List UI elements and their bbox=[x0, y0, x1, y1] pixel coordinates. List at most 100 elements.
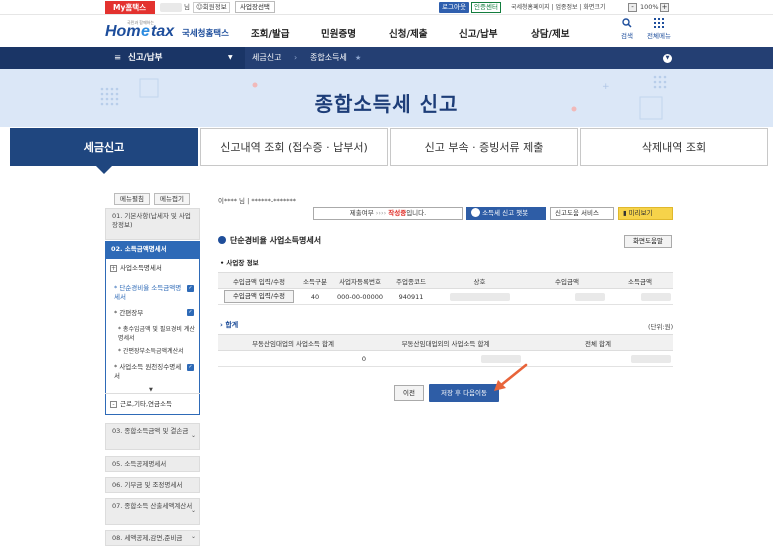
checkbox-checked-icon[interactable]: ✓ bbox=[187, 285, 194, 292]
search-icon bbox=[622, 18, 632, 28]
sidebar-sub-simple-expense[interactable]: * 단순경비율 소득금액명세서 bbox=[114, 284, 184, 302]
zoom-in-icon[interactable]: + bbox=[660, 3, 669, 12]
preview-button[interactable]: ▮ 미리보기 bbox=[618, 207, 673, 220]
masked-value bbox=[575, 292, 605, 301]
sidebar-item-tax-calc[interactable]: 07. 종합소득 산출세액계산서 bbox=[105, 498, 200, 525]
simple-expense-label: 단순경비율 소득금액명세서 bbox=[114, 284, 182, 301]
breadcrumb-level1[interactable]: 세금신고 bbox=[252, 47, 281, 69]
menu-expand-button[interactable]: 메뉴펼침 bbox=[114, 193, 150, 205]
cert-center-button[interactable]: 인증센터 bbox=[471, 2, 501, 13]
sidebar-sub-total-income-expense[interactable]: * 총수입금액 및 필요경비 계산명세서 bbox=[118, 325, 198, 343]
active-tab-pointer-icon bbox=[96, 166, 112, 174]
nav-consult[interactable]: 상담/제보 bbox=[531, 26, 569, 40]
user-suffix: 님 bbox=[184, 3, 190, 11]
user-id-line: 이**** 님 | ******-******* bbox=[218, 197, 296, 205]
table-cell bbox=[527, 288, 607, 305]
breadcrumb-root-area[interactable] bbox=[0, 47, 245, 69]
sidebar-item-total-income[interactable]: 03. 종합소득금액 및 결손금 bbox=[105, 423, 200, 450]
prev-button[interactable]: 이전 bbox=[394, 385, 424, 401]
tab-report-history[interactable]: 신고내역 조회 (접수증 · 납부서) bbox=[200, 128, 388, 166]
sidebar-item-tax-credit[interactable]: 08. 세액공제,감면,준비금 bbox=[105, 530, 200, 546]
breadcrumb-menu-icon: ≡ bbox=[114, 53, 122, 63]
preview-label: 미리보기 bbox=[628, 209, 653, 217]
table-header-row: 부동산임대업의 사업소득 합계 부동산임대업외의 사업소득 합계 전체 합계 bbox=[218, 334, 673, 351]
all-menu-button[interactable]: 전체메뉴 bbox=[643, 18, 675, 40]
expand-circle-icon[interactable]: ▼ bbox=[663, 54, 672, 63]
checkbox-checked-icon[interactable]: ✓ bbox=[187, 364, 194, 371]
col-header: 전체 합계 bbox=[523, 334, 673, 351]
tab-tax-report[interactable]: 세금신고 bbox=[10, 128, 198, 166]
chatbot-icon bbox=[471, 207, 480, 217]
chevron-down-icon: ⌄ bbox=[191, 507, 197, 514]
screen-help-button[interactable]: 화면도움말 bbox=[624, 235, 672, 248]
chatbot-label: 소득세 신고 챗봇 bbox=[482, 209, 529, 217]
breadcrumb-separator-icon: › bbox=[294, 53, 298, 62]
chevron-down-icon: ⌄ bbox=[191, 432, 197, 439]
svg-text:Hom: Hom bbox=[105, 23, 141, 40]
sidebar-sub-withholding[interactable]: * 사업소득 원천징수명세서 bbox=[114, 363, 184, 381]
logout-button[interactable]: 로그아웃 bbox=[439, 2, 469, 13]
sidebar-sub-other-income[interactable]: 근로,기타,연금소득 bbox=[120, 400, 172, 409]
help-service-button[interactable]: 신고도움 서비스 bbox=[550, 207, 614, 220]
submit-status-box: 제출여부 ›››› 작성중입니다. bbox=[313, 207, 463, 220]
hometax-logo[interactable]: Hom e tax 국민과 함께하는 국세청홈택스 bbox=[105, 18, 243, 44]
breadcrumb-root[interactable]: 신고/납부 bbox=[128, 47, 162, 69]
pointer-arrow-icon bbox=[494, 363, 528, 391]
chatbot-button[interactable]: 소득세 신고 챗봇 bbox=[466, 207, 546, 220]
all-menu-label: 전체메뉴 bbox=[647, 32, 671, 40]
business-select-button[interactable]: 사업장선택 bbox=[235, 1, 275, 13]
preview-icon: ▮ bbox=[623, 209, 627, 217]
masked-value bbox=[449, 292, 510, 301]
table-cell bbox=[523, 350, 673, 367]
sidebar-item-income-statement[interactable]: 02. 소득금액명세서 bbox=[105, 241, 200, 258]
sidebar-item-deduction[interactable]: 05. 소득공제명세서 bbox=[105, 456, 200, 472]
col-header: 주업종코드 bbox=[390, 272, 432, 289]
menu-collapse-button[interactable]: 메뉴접기 bbox=[154, 193, 190, 205]
withholding-label: 사업소득 원천징수명세서 bbox=[114, 363, 182, 380]
unit-label: (단위:원) bbox=[648, 323, 674, 331]
grid-menu-icon bbox=[654, 18, 664, 28]
zoom-out-icon[interactable]: - bbox=[628, 3, 637, 12]
breadcrumb-level2[interactable]: 종합소득세 bbox=[310, 47, 347, 69]
tab-deleted-history[interactable]: 삭제내역 조회 bbox=[580, 128, 768, 166]
sidebar-item-donation[interactable]: 06. 기부금 및 조정명세서 bbox=[105, 477, 200, 493]
collapse-minus-icon[interactable]: - bbox=[110, 401, 117, 408]
col-header: 상호 bbox=[432, 272, 527, 289]
my-hometax-button[interactable]: My홈택스 bbox=[105, 1, 155, 14]
simple-book-income-label: 간편장부소득금액계산서 bbox=[122, 348, 184, 355]
table-cell: 0 bbox=[218, 350, 368, 367]
top-links[interactable]: 국세청홈페이지 | 업종정보 | 화면크기 bbox=[511, 1, 605, 14]
submit-status: 작성중 bbox=[388, 209, 407, 217]
sidebar-item-basic-info[interactable]: 01. 기본사항(납세자 및 사업장정보) bbox=[105, 208, 200, 240]
table-cell: 수입금액 입력/수정 bbox=[218, 288, 300, 305]
nav-report-pay[interactable]: 신고/납부 bbox=[459, 26, 497, 40]
table-cell bbox=[607, 288, 673, 305]
nav-inquiry-issue[interactable]: 조회/발급 bbox=[251, 26, 289, 40]
sidebar-sub-simple-book-income[interactable]: * 간편장부소득금액계산서 bbox=[118, 347, 200, 356]
submit-arrows: ›››› bbox=[375, 209, 389, 217]
svg-text:tax: tax bbox=[151, 23, 175, 40]
expand-plus-icon[interactable]: + bbox=[110, 265, 117, 272]
submit-status-suffix: 입니다. bbox=[406, 209, 427, 217]
business-table: 수입금액 입력/수정 소득구분 사업자등록번호 주업종코드 상호 수입금액 소득… bbox=[218, 272, 673, 305]
nav-apply-submit[interactable]: 신청/제출 bbox=[389, 26, 427, 40]
search-button[interactable]: 검색 bbox=[618, 18, 636, 40]
nav-civil-cert[interactable]: 민원증명 bbox=[321, 26, 356, 40]
chevron-down-icon[interactable]: ▼ bbox=[228, 47, 233, 69]
sidebar-sub-business-income[interactable]: 사업소득명세서 bbox=[120, 264, 162, 273]
chevron-down-icon: ⌄ bbox=[191, 533, 197, 540]
checkbox-checked-icon[interactable]: ✓ bbox=[187, 309, 194, 316]
member-info-button[interactable]: ☺회원정보 bbox=[193, 2, 230, 13]
save-next-button[interactable]: 저장 후 다음이동 bbox=[429, 384, 499, 402]
total-label: 합계 bbox=[225, 321, 239, 329]
sidebar-sub-simple-book[interactable]: * 간편장부 bbox=[114, 309, 143, 318]
income-edit-button[interactable]: 수입금액 입력/수정 bbox=[224, 290, 294, 303]
table-row: 수입금액 입력/수정 40 000-00-00000 940911 bbox=[218, 288, 673, 305]
tab-attachment-submit[interactable]: 신고 부속 · 증빙서류 제출 bbox=[390, 128, 578, 166]
table-cell: 40 bbox=[300, 288, 330, 305]
business-info-text: 사업장 정보 bbox=[226, 259, 259, 267]
favorite-star-icon[interactable]: ★ bbox=[355, 47, 361, 69]
table-row: 0 bbox=[218, 350, 673, 367]
svg-text:국세청홈택스: 국세청홈택스 bbox=[182, 28, 229, 39]
submenu-divider bbox=[105, 393, 200, 394]
